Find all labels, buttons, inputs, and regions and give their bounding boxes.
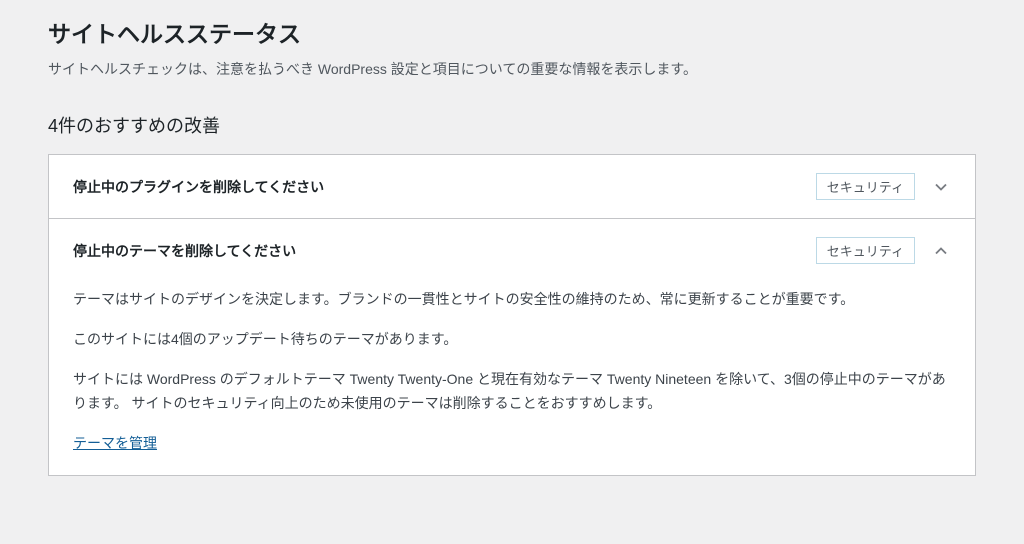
body-paragraph: このサイトには4個のアップデート待ちのテーマがあります。	[73, 328, 951, 352]
accordion-header-themes[interactable]: 停止中のテーマを削除してください セキュリティ	[49, 219, 975, 282]
body-paragraph: テーマはサイトのデザインを決定します。ブランドの一貫性とサイトの安全性の維持のた…	[73, 288, 951, 312]
accordion-title: 停止中のプラグインを削除してください	[73, 177, 324, 197]
accordion-body: テーマはサイトのデザインを決定します。ブランドの一貫性とサイトの安全性の維持のた…	[49, 282, 975, 475]
chevron-down-icon	[931, 177, 951, 197]
accordion-right: セキュリティ	[816, 173, 951, 200]
manage-themes-link[interactable]: テーマを管理	[73, 435, 157, 451]
improvements-heading: 4件のおすすめの改善	[48, 112, 976, 138]
security-badge: セキュリティ	[816, 237, 915, 264]
accordion-title: 停止中のテーマを削除してください	[73, 241, 296, 261]
accordion-right: セキュリティ	[816, 237, 951, 264]
improvements-panel: 停止中のプラグインを削除してください セキュリティ 停止中のテーマを削除してくだ…	[48, 154, 976, 476]
accordion-item: 停止中のプラグインを削除してください セキュリティ	[49, 155, 975, 219]
accordion-item: 停止中のテーマを削除してください セキュリティ テーマはサイトのデザインを決定し…	[49, 219, 975, 475]
security-badge: セキュリティ	[816, 173, 915, 200]
chevron-up-icon	[931, 241, 951, 261]
body-paragraph: サイトには WordPress のデフォルトテーマ Twenty Twenty-…	[73, 368, 951, 416]
accordion-header-plugins[interactable]: 停止中のプラグインを削除してください セキュリティ	[49, 155, 975, 218]
site-health-container: サイトヘルスステータス サイトヘルスチェックは、注意を払うべき WordPres…	[0, 20, 1024, 476]
page-title: サイトヘルスステータス	[48, 20, 976, 50]
page-description: サイトヘルスチェックは、注意を払うべき WordPress 設定と項目についての…	[48, 58, 976, 80]
